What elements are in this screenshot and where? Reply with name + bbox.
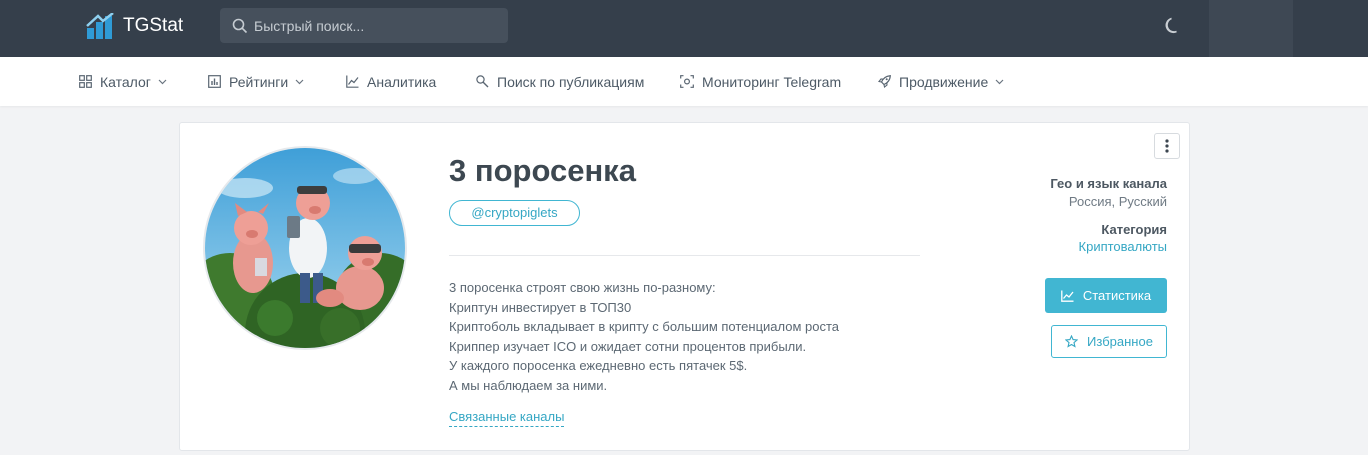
vertical-dots-icon bbox=[1165, 139, 1169, 153]
nav-catalog[interactable]: Каталог bbox=[79, 57, 167, 106]
search-icon bbox=[232, 18, 248, 33]
user-menu-slot[interactable] bbox=[1209, 0, 1293, 57]
nav-post-search-label: Поиск по публикациям bbox=[497, 73, 645, 90]
chevron-down-icon bbox=[995, 79, 1004, 84]
category-link[interactable]: Криптовалюты bbox=[1079, 239, 1167, 254]
quick-search[interactable] bbox=[220, 8, 508, 43]
related-channels-link[interactable]: Связанные каналы bbox=[449, 409, 565, 427]
channel-card: 3 поросенка @cryptopiglets 3 поросенка с… bbox=[179, 122, 1190, 451]
category-label: Категория bbox=[1101, 222, 1167, 237]
description-line: 3 поросенка строят свою жизнь по-разному… bbox=[449, 280, 716, 295]
nav-promotion[interactable]: Продвижение bbox=[878, 57, 1004, 106]
description-line: У каждого поросенка ежедневно есть пятач… bbox=[449, 358, 748, 373]
line-chart-icon bbox=[1061, 290, 1074, 302]
line-chart-icon bbox=[346, 75, 359, 88]
description-line: Криптоболь вкладывает в крипту с большим… bbox=[449, 319, 840, 334]
description-line: Криппер изучает ICO и ожидает сотни проц… bbox=[449, 338, 807, 354]
logo-text: TGStat bbox=[123, 15, 184, 36]
nav-post-search[interactable]: Поиск по публикациям bbox=[476, 57, 644, 106]
favorite-button[interactable]: Избранное bbox=[1051, 325, 1167, 358]
nav-ratings-label: Рейтинги bbox=[229, 73, 289, 90]
top-bar: TGStat bbox=[0, 0, 1368, 57]
geo-language-value: Россия, Русский bbox=[1068, 194, 1167, 209]
grid-icon bbox=[79, 75, 92, 88]
three-pigs-avatar-image bbox=[205, 148, 405, 348]
more-options-button[interactable] bbox=[1154, 133, 1180, 159]
description-line: Криптун инвестирует в ТОП30 bbox=[449, 299, 632, 315]
tgstat-logo-icon bbox=[86, 13, 114, 39]
nav-catalog-label: Каталог bbox=[100, 73, 151, 90]
nav-ratings[interactable]: Рейтинги bbox=[208, 57, 304, 106]
nav-monitoring[interactable]: Мониторинг Telegram bbox=[680, 57, 841, 106]
divider bbox=[449, 255, 920, 256]
statistics-button-label: Статистика bbox=[1082, 288, 1152, 303]
nav-promotion-label: Продвижение bbox=[899, 73, 989, 90]
search-input[interactable] bbox=[254, 17, 484, 34]
monitor-icon bbox=[680, 75, 694, 88]
logo[interactable]: TGStat bbox=[86, 12, 183, 40]
bar-chart-icon bbox=[208, 75, 221, 88]
nav-analytics[interactable]: Аналитика bbox=[346, 57, 436, 106]
nav-analytics-label: Аналитика bbox=[367, 73, 437, 90]
channel-description: 3 поросенка строят свою жизнь по-разному… bbox=[449, 278, 929, 395]
star-icon bbox=[1065, 335, 1079, 348]
rocket-icon bbox=[878, 75, 891, 88]
moon-icon[interactable] bbox=[1163, 16, 1183, 36]
geo-language-label: Гео и язык канала bbox=[1050, 176, 1167, 191]
statistics-button[interactable]: Статистика bbox=[1045, 278, 1167, 313]
description-line: А мы наблюдаем за ними. bbox=[449, 377, 608, 393]
chevron-down-icon bbox=[158, 79, 167, 84]
channel-avatar bbox=[203, 146, 407, 350]
main-nav: Каталог Рейтинги Аналитика Поиск по публ… bbox=[0, 57, 1368, 106]
key-search-icon bbox=[476, 75, 489, 88]
channel-handle-badge[interactable]: @cryptopiglets bbox=[449, 200, 580, 226]
chevron-down-icon bbox=[295, 79, 304, 84]
favorite-button-label: Избранное bbox=[1087, 334, 1153, 349]
nav-monitoring-label: Мониторинг Telegram bbox=[702, 73, 842, 90]
channel-title: 3 поросенка bbox=[449, 153, 636, 188]
